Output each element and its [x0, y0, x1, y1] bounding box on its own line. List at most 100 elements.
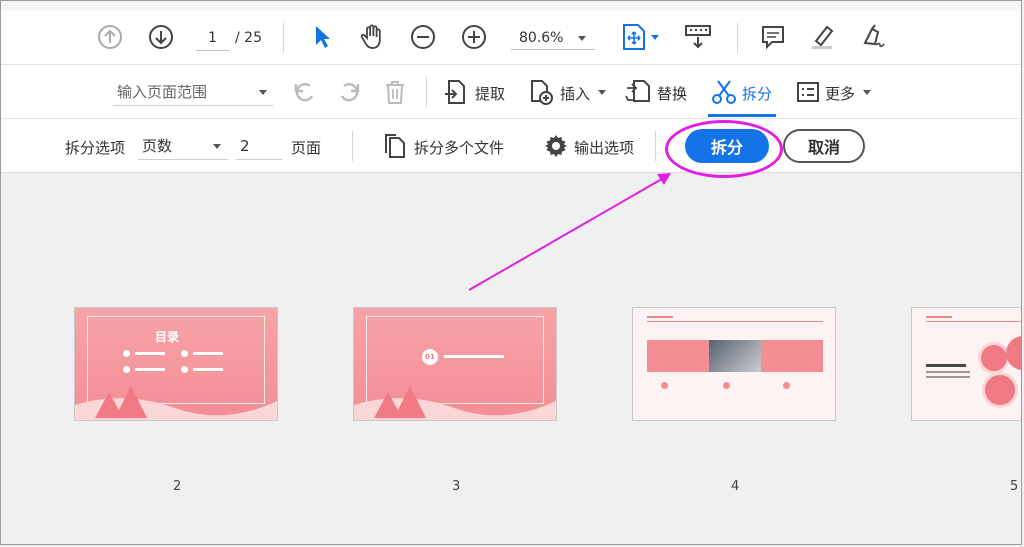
highlight-button[interactable] — [807, 22, 837, 52]
keyboard-scroll-icon — [685, 25, 711, 49]
highlighter-icon — [812, 25, 834, 49]
replace-icon-wrap[interactable] — [623, 78, 653, 106]
output-options-button[interactable]: 输出选项 — [574, 137, 634, 158]
annotation-arrow — [468, 173, 671, 291]
slide-block — [647, 340, 709, 372]
split-icon-wrap[interactable] — [709, 78, 739, 106]
divider — [737, 23, 738, 53]
slide-heading-line — [444, 355, 504, 358]
insert-icon-wrap[interactable] — [526, 78, 556, 106]
previous-page-button[interactable] — [96, 23, 124, 51]
divider — [655, 131, 656, 161]
split-tab[interactable]: 拆分 — [742, 83, 772, 104]
insert-page-icon — [531, 80, 553, 105]
divider — [426, 77, 427, 107]
slide-badge: 01 — [422, 349, 438, 365]
divider — [283, 23, 284, 53]
zoom-out-button[interactable] — [409, 23, 437, 51]
slide-circle — [978, 342, 1010, 374]
slide-header-line — [647, 316, 673, 318]
page-number-input[interactable]: 1 — [196, 26, 229, 51]
scissors-icon — [712, 80, 736, 104]
trash-icon — [386, 81, 404, 104]
minus-circle-icon — [411, 25, 435, 49]
page-thumbnail-2[interactable]: 目录 — [74, 307, 278, 421]
split-multiple-icon-wrap[interactable] — [382, 132, 408, 160]
undo-button[interactable] — [291, 78, 319, 106]
chevron-down-icon — [213, 144, 221, 149]
list-menu-icon — [797, 82, 819, 102]
rotate-right-icon — [340, 83, 360, 102]
slide-text-line — [926, 376, 970, 378]
more-icon-wrap[interactable] — [794, 78, 822, 106]
scroll-mode-button[interactable] — [683, 23, 713, 51]
fit-page-icon — [623, 24, 645, 50]
page-thumbnail-4[interactable] — [632, 307, 836, 421]
extract-icon — [445, 80, 465, 104]
arrow-up-circle-icon — [98, 25, 122, 49]
insert-button[interactable]: 插入 — [560, 83, 590, 104]
main-toolbar: 1 / 25 80.6% — [1, 11, 1021, 65]
output-options-icon-wrap[interactable] — [542, 132, 570, 160]
comment-button[interactable] — [759, 23, 787, 51]
arrow-down-circle-icon — [149, 25, 173, 49]
slide-text-line — [926, 371, 970, 373]
page-thumbnail-3[interactable]: 01 — [353, 307, 557, 421]
rotate-left-icon — [294, 83, 314, 102]
app-window: 1 / 25 80.6% 输入页面范围 提取 插入 替换 拆分 更多 拆分选项 … — [0, 0, 1022, 545]
page-range-input[interactable]: 输入页面范围 — [113, 78, 273, 106]
page-thumbnail-5[interactable] — [911, 307, 1021, 421]
zoom-value: 80.6% — [519, 30, 564, 46]
chevron-down-icon — [578, 36, 586, 41]
zoom-in-button[interactable] — [460, 23, 488, 51]
annotation-highlight-ellipse — [665, 120, 783, 178]
split-options-toolbar: 拆分选项 页数 2 页面 拆分多个文件 输出选项 — [1, 119, 1021, 173]
chevron-down-icon — [259, 90, 267, 95]
select-tool-button[interactable] — [309, 23, 335, 51]
divider — [352, 131, 353, 161]
page-total: / 25 — [235, 30, 262, 46]
slide-block — [761, 340, 823, 372]
slide-dot — [783, 382, 790, 389]
replace-page-icon — [625, 80, 650, 102]
page-number-label: 4 — [731, 479, 740, 494]
page-number-label: 2 — [173, 479, 182, 494]
slide-dot — [661, 382, 668, 389]
page-number-label: 3 — [452, 479, 461, 494]
slide-landscape-illustration — [354, 386, 556, 420]
chevron-down-icon — [598, 90, 606, 95]
hand-tool-button[interactable] — [357, 22, 387, 52]
comment-icon — [762, 26, 784, 50]
slide-landscape-illustration — [75, 386, 277, 420]
split-multiple-files-button[interactable]: 拆分多个文件 — [414, 137, 504, 158]
cancel-button[interactable]: 取消 — [783, 129, 865, 163]
slide-photo — [709, 340, 761, 372]
extract-icon-wrap[interactable] — [441, 78, 471, 106]
redo-button[interactable] — [335, 78, 363, 106]
slide-header-rule — [926, 321, 1021, 322]
gear-icon — [545, 135, 567, 157]
split-tab-indicator — [708, 114, 776, 117]
replace-button[interactable]: 替换 — [657, 83, 687, 104]
cursor-arrow-icon — [316, 26, 330, 48]
slide-dot — [723, 382, 730, 389]
fit-page-button[interactable] — [619, 22, 649, 52]
slide-title: 目录 — [155, 330, 180, 344]
delete-button[interactable] — [381, 78, 409, 106]
sign-button[interactable] — [859, 22, 889, 52]
pen-sign-icon — [863, 24, 885, 48]
hand-icon — [360, 24, 381, 49]
extract-button[interactable]: 提取 — [475, 83, 505, 104]
more-button[interactable]: 更多 — [825, 83, 855, 104]
split-mode-value: 页数 — [142, 137, 173, 155]
pages-label: 页面 — [291, 139, 322, 157]
chevron-down-icon — [863, 90, 871, 95]
page-number-label: 5 — [1010, 479, 1019, 494]
chevron-down-icon[interactable] — [651, 35, 659, 40]
slide-header-line — [926, 316, 952, 318]
pages-count-input[interactable]: 2 — [236, 132, 282, 160]
next-page-button[interactable] — [147, 23, 175, 51]
split-options-label: 拆分选项 — [65, 139, 126, 157]
slide-text-line — [926, 364, 966, 367]
multiple-files-icon — [385, 134, 405, 158]
